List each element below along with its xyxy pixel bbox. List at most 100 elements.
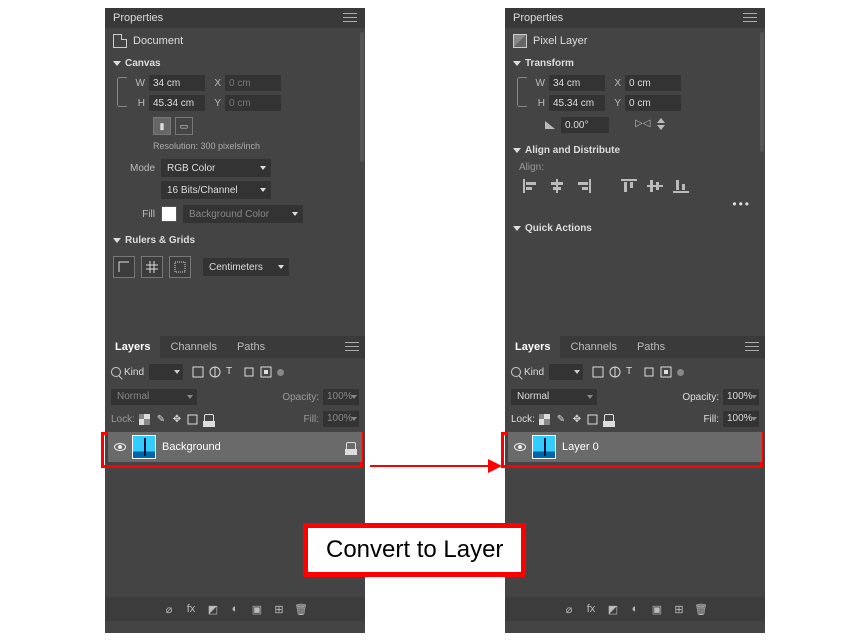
lock-all-icon[interactable] [203,413,215,425]
lock-transparency-icon-r[interactable] [539,413,551,425]
fill-opacity-value-r[interactable]: 100% [723,411,759,427]
fx-icon[interactable]: fx [184,602,198,616]
panel-menu-icon-r[interactable] [743,13,757,23]
align-vcenter-icon[interactable] [647,179,663,193]
depth-select[interactable]: 16 Bits/Channel [161,181,271,199]
height-input[interactable] [149,95,205,111]
y-input-r[interactable] [625,95,681,111]
opacity-value[interactable]: 100% [323,389,359,405]
filter-pixel-icon-r[interactable] [592,366,604,378]
lock-artboard-icon-r[interactable] [587,413,599,425]
tab-layers-r[interactable]: Layers [505,336,560,358]
blend-mode-select[interactable]: Normal [111,389,197,405]
kind-filter-r[interactable]: Kind [511,367,544,378]
lock-icon[interactable] [346,442,356,452]
ruler-corner-button[interactable] [113,256,135,278]
blend-mode-select-r[interactable]: Normal [511,389,597,405]
filter-toggle-icon[interactable] [277,369,284,376]
lock-move-icon[interactable]: ✥ [171,413,183,425]
filter-toggle-icon-r[interactable] [677,369,684,376]
rulers-section-toggle[interactable]: Rulers & Grids [105,231,365,250]
tab-channels[interactable]: Channels [160,336,226,358]
layer-thumbnail-r[interactable] [532,435,556,459]
lock-all-icon-r[interactable] [603,413,615,425]
canvas-section-toggle[interactable]: Canvas [105,54,365,73]
lock-paint-icon[interactable]: ✎ [155,413,167,425]
lock-transparency-icon[interactable] [139,413,151,425]
filter-pixel-icon[interactable] [192,366,204,378]
y-input[interactable] [225,95,281,111]
opacity-value-r[interactable]: 100% [723,389,759,405]
tab-paths[interactable]: Paths [227,336,275,358]
align-hcenter-icon[interactable] [549,179,565,193]
fill-select[interactable]: Background Color [183,205,303,223]
filter-shape-icon[interactable] [243,366,255,378]
tab-paths-r[interactable]: Paths [627,336,675,358]
width-input-r[interactable] [549,75,605,91]
flip-vertical-icon[interactable] [655,118,669,132]
trash-icon[interactable]: 🗑 [294,602,308,616]
visibility-icon[interactable] [114,443,126,451]
link-wh-icon[interactable] [117,77,127,107]
guides-button[interactable] [169,256,191,278]
group-icon-r[interactable]: ▣ [650,602,664,616]
orientation-portrait-button[interactable]: ▮ [153,117,171,135]
mask-icon-r[interactable]: ◩ [606,602,620,616]
link-wh-icon-r[interactable] [517,77,527,107]
trash-icon-r[interactable]: 🗑 [694,602,708,616]
filter-shape-icon-r[interactable] [643,366,655,378]
filter-adjust-icon-r[interactable] [609,366,621,378]
filter-smart-icon-r[interactable] [660,366,672,378]
align-left-icon[interactable] [523,179,539,193]
tab-layers[interactable]: Layers [105,336,160,358]
align-more-button[interactable]: ••• [505,195,765,219]
group-icon[interactable]: ▣ [250,602,264,616]
adjustment-icon-r[interactable]: ◐ [628,602,642,616]
x-input[interactable] [225,75,281,91]
kind-select-r[interactable] [549,364,583,380]
orientation-landscape-button[interactable]: ▭ [175,117,193,135]
quick-actions-toggle[interactable]: Quick Actions [505,219,765,238]
angle-input[interactable] [561,117,609,133]
lock-paint-icon-r[interactable]: ✎ [555,413,567,425]
adjustment-icon[interactable]: ◐ [228,602,242,616]
lock-move-icon-r[interactable]: ✥ [571,413,583,425]
filter-smart-icon[interactable] [260,366,272,378]
align-top-icon[interactable] [621,179,637,193]
layers-menu-icon[interactable] [345,342,359,352]
transform-section-toggle[interactable]: Transform [505,54,765,73]
x-input-r[interactable] [625,75,681,91]
layer-name-r[interactable]: Layer 0 [562,441,756,453]
layer-thumbnail[interactable] [132,435,156,459]
fx-icon-r[interactable]: fx [584,602,598,616]
mode-select[interactable]: RGB Color [161,159,271,177]
align-bottom-icon[interactable] [673,179,689,193]
align-section-toggle[interactable]: Align and Distribute [505,141,765,160]
new-layer-icon[interactable]: ⊞ [272,602,286,616]
grid-button[interactable] [141,256,163,278]
lock-artboard-icon[interactable] [187,413,199,425]
link-layers-icon[interactable]: ⌀ [162,602,176,616]
filter-adjust-icon[interactable] [209,366,221,378]
fill-opacity-value[interactable]: 100% [323,411,359,427]
panel-menu-icon[interactable] [343,13,357,23]
layer-name[interactable]: Background [162,441,340,453]
filter-type-icon[interactable]: T [226,366,238,378]
layer-row-background[interactable]: Background [108,432,362,462]
fill-swatch[interactable] [161,206,177,222]
layers-menu-icon-r[interactable] [745,342,759,352]
tab-channels-r[interactable]: Channels [560,336,626,358]
kind-filter[interactable]: Kind [111,367,144,378]
mask-icon[interactable]: ◩ [206,602,220,616]
layer-row-0[interactable]: Layer 0 [508,432,762,462]
new-layer-icon-r[interactable]: ⊞ [672,602,686,616]
kind-select[interactable] [149,364,183,380]
align-right-icon[interactable] [575,179,591,193]
filter-type-icon-r[interactable]: T [626,366,638,378]
flip-horizontal-icon[interactable]: ▷◁ [635,118,649,132]
link-layers-icon-r[interactable]: ⌀ [562,602,576,616]
visibility-icon-r[interactable] [514,443,526,451]
width-input[interactable] [149,75,205,91]
height-input-r[interactable] [549,95,605,111]
units-select[interactable]: Centimeters [203,258,289,276]
